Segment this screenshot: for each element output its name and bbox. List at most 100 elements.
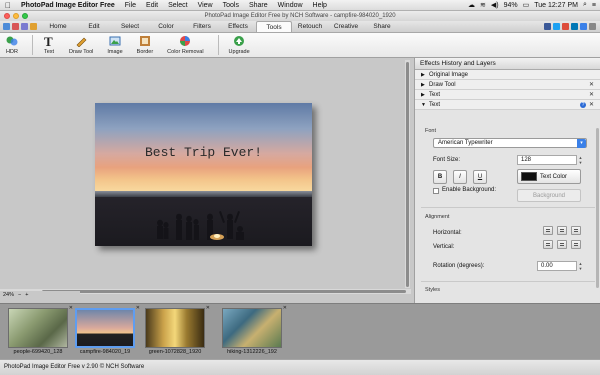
battery-icon[interactable]: ▭ [523, 1, 530, 9]
menu-edit[interactable]: Edit [141, 0, 163, 11]
thumbnail-label: campfire-984020_19 [79, 349, 131, 355]
wifi-icon[interactable]: ≋ [480, 1, 486, 9]
photo-canvas[interactable]: Best Trip Ever! [95, 103, 312, 246]
menu-tools[interactable]: Tools [218, 0, 244, 11]
align-left-button[interactable] [543, 226, 553, 235]
rotation-stepper[interactable]: ▲ ▼ [578, 261, 583, 271]
tab-retouch[interactable]: Retouch [292, 21, 328, 32]
thumbnail-item[interactable]: green-1072828_1920 ✕ [145, 305, 210, 358]
color-removal-button[interactable]: Color Removal [167, 33, 204, 55]
battery-percent[interactable]: 94% [504, 2, 518, 9]
undo-icon[interactable] [30, 22, 37, 30]
thumbnail-image[interactable] [8, 308, 68, 348]
tab-select[interactable]: Select [112, 21, 148, 32]
font-size-input[interactable]: 128 [517, 155, 577, 165]
border-button[interactable]: Border [137, 33, 153, 55]
vertical-scroll-thumb[interactable] [406, 62, 409, 287]
remove-effect-icon[interactable]: ✕ [589, 81, 594, 88]
open-file-icon[interactable] [12, 22, 19, 30]
align-middle-button[interactable] [557, 240, 567, 249]
overlay-text[interactable]: Best Trip Ever! [95, 145, 312, 160]
align-center-button[interactable] [557, 226, 567, 235]
facebook-icon[interactable] [544, 22, 551, 30]
tab-tools[interactable]: Tools [256, 21, 292, 32]
background-button[interactable]: Background [517, 189, 581, 202]
canvas-area[interactable]: Best Trip Ever! [0, 58, 403, 289]
align-top-button[interactable] [543, 240, 553, 249]
menu-help[interactable]: Help [308, 0, 332, 11]
tab-edit[interactable]: Edit [76, 21, 112, 32]
help-icon[interactable] [580, 22, 587, 30]
remove-effect-icon[interactable]: ✕ [589, 101, 594, 108]
spotlight-icon[interactable]: ⌕ [583, 1, 587, 9]
history-item-expanded[interactable]: ▼ Text ? ✕ [415, 100, 600, 110]
notification-icon[interactable]: ≡ [592, 2, 596, 9]
tab-home[interactable]: Home [40, 21, 76, 32]
zoom-in-button[interactable]: + [25, 292, 28, 298]
expand-arrow-icon[interactable]: ▶ [421, 92, 429, 98]
draw-tool-button[interactable]: Draw Tool [69, 33, 93, 55]
cloud-icon[interactable]: ☁ [468, 1, 475, 9]
image-icon [109, 35, 121, 47]
enable-background-checkbox[interactable] [433, 188, 439, 194]
font-select[interactable]: American Typewriter ▾ [433, 138, 587, 148]
font-size-stepper[interactable]: ▲ ▼ [578, 155, 583, 165]
bold-button[interactable]: B [433, 170, 447, 184]
text-button[interactable]: T Text [43, 33, 55, 55]
tab-filters[interactable]: Filters [184, 21, 220, 32]
thumbnail-image[interactable] [75, 308, 135, 348]
expand-arrow-icon[interactable]: ▶ [421, 72, 429, 78]
expand-arrow-icon[interactable]: ▶ [421, 82, 429, 88]
tab-effects[interactable]: Effects [220, 21, 256, 32]
align-right-button[interactable] [571, 226, 581, 235]
rotation-input[interactable]: 0.00 [537, 261, 577, 271]
zoom-out-button[interactable]: − [18, 292, 21, 298]
italic-button[interactable]: I [453, 170, 467, 184]
tab-creative[interactable]: Creative [328, 21, 364, 32]
collapse-arrow-icon[interactable]: ▼ [421, 102, 429, 108]
tab-share[interactable]: Share [364, 21, 400, 32]
tab-color[interactable]: Color [148, 21, 184, 32]
text-color-swatch [521, 172, 537, 181]
menu-select[interactable]: Select [163, 0, 192, 11]
close-thumbnail-icon[interactable]: ✕ [136, 305, 140, 311]
hdr-button[interactable]: HDR [6, 33, 18, 55]
clock[interactable]: Tue 12:27 PM [534, 2, 578, 9]
thumbnail-image[interactable] [145, 308, 205, 348]
apple-icon[interactable]:  [0, 1, 16, 10]
menu-share[interactable]: Share [244, 0, 273, 11]
upgrade-button[interactable]: Upgrade [229, 33, 250, 55]
menu-file[interactable]: File [120, 0, 141, 11]
twitter-icon[interactable] [553, 22, 560, 30]
close-thumbnail-icon[interactable]: ✕ [69, 305, 73, 311]
horizontal-scroll-thumb[interactable] [42, 290, 406, 293]
menu-view[interactable]: View [193, 0, 218, 11]
thumbnail-item[interactable]: hiking-1312226_192 ✕ [222, 305, 287, 358]
remove-effect-icon[interactable]: ✕ [589, 91, 594, 98]
image-button[interactable]: Image [107, 33, 123, 55]
volume-icon[interactable]: ◀︎) [491, 1, 499, 9]
canvas-vertical-scrollbar[interactable] [405, 60, 410, 288]
thumbnail-image[interactable] [222, 308, 282, 348]
chevron-down-icon: ▾ [577, 139, 586, 148]
save-icon[interactable] [21, 22, 28, 30]
close-thumbnail-icon[interactable]: ✕ [206, 305, 210, 311]
panel-scrollbar[interactable] [596, 128, 599, 288]
menu-app-name[interactable]: PhotoPad Image Editor Free [16, 0, 120, 11]
close-thumbnail-icon[interactable]: ✕ [283, 305, 287, 311]
google-plus-icon[interactable] [562, 22, 569, 30]
linkedin-icon[interactable] [571, 22, 578, 30]
thumbnail-item[interactable]: people-699420_128 ✕ [8, 305, 73, 358]
new-file-icon[interactable] [3, 22, 10, 30]
align-bottom-button[interactable] [571, 240, 581, 249]
history-item[interactable]: ▶ Text ✕ [415, 90, 600, 100]
zoom-level[interactable]: 24% [3, 292, 14, 298]
history-item[interactable]: ▶ Original Image [415, 70, 600, 80]
history-item[interactable]: ▶ Draw Tool ✕ [415, 80, 600, 90]
help-icon[interactable]: ? [580, 101, 586, 108]
thumbnail-item-selected[interactable]: campfire-984020_19 ✕ [75, 305, 140, 358]
underline-button[interactable]: U [473, 170, 487, 184]
menu-window[interactable]: Window [273, 0, 308, 11]
text-color-button[interactable]: Text Color [517, 169, 581, 184]
menu-icon[interactable] [589, 22, 596, 30]
